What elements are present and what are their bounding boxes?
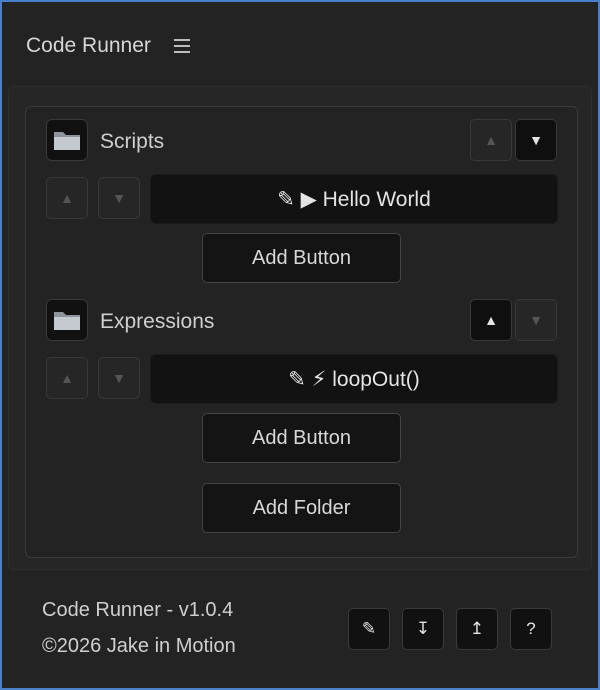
script-move-up-button[interactable]: ▲ [46, 357, 88, 399]
version-text: Code Runner - v1.0.4 [42, 599, 234, 621]
script-button-loopout[interactable]: ✎ ⚡ loopOut() [150, 354, 558, 404]
script-move-down-button[interactable]: ▼ [98, 357, 140, 399]
menu-line [174, 51, 190, 53]
folder-icon[interactable] [46, 299, 88, 341]
help-icon[interactable]: ? [510, 608, 552, 650]
folder-label-scripts[interactable]: Scripts [100, 130, 164, 154]
add-folder-button[interactable]: Add Folder [202, 483, 401, 533]
folder-icon[interactable] [46, 119, 88, 161]
folder-move-up-button[interactable]: ▲ [470, 119, 512, 161]
script-move-down-button[interactable]: ▼ [98, 177, 140, 219]
code-runner-panel: Code Runner Scripts ▲ ▼ ▲ ▼ ✎ ▶ Hello Wo… [0, 0, 600, 690]
menu-line [174, 39, 190, 41]
folder-move-down-button[interactable]: ▼ [515, 299, 557, 341]
folder-move-down-button[interactable]: ▼ [515, 119, 557, 161]
hamburger-menu-icon[interactable] [174, 39, 190, 53]
script-move-up-button[interactable]: ▲ [46, 177, 88, 219]
folder-move-up-button[interactable]: ▲ [470, 299, 512, 341]
panel-title: Code Runner [26, 34, 151, 57]
import-icon[interactable]: ↧ [402, 608, 444, 650]
copyright-text: ©2026 Jake in Motion [42, 635, 236, 657]
menu-line [174, 45, 190, 47]
script-button-hello-world[interactable]: ✎ ▶ Hello World [150, 174, 558, 224]
export-icon[interactable]: ↥ [456, 608, 498, 650]
folder-label-expressions[interactable]: Expressions [100, 310, 214, 334]
add-button-expressions[interactable]: Add Button [202, 413, 401, 463]
pencil-icon[interactable]: ✎ [348, 608, 390, 650]
panel-header: Code Runner [2, 2, 598, 88]
add-button-scripts[interactable]: Add Button [202, 233, 401, 283]
